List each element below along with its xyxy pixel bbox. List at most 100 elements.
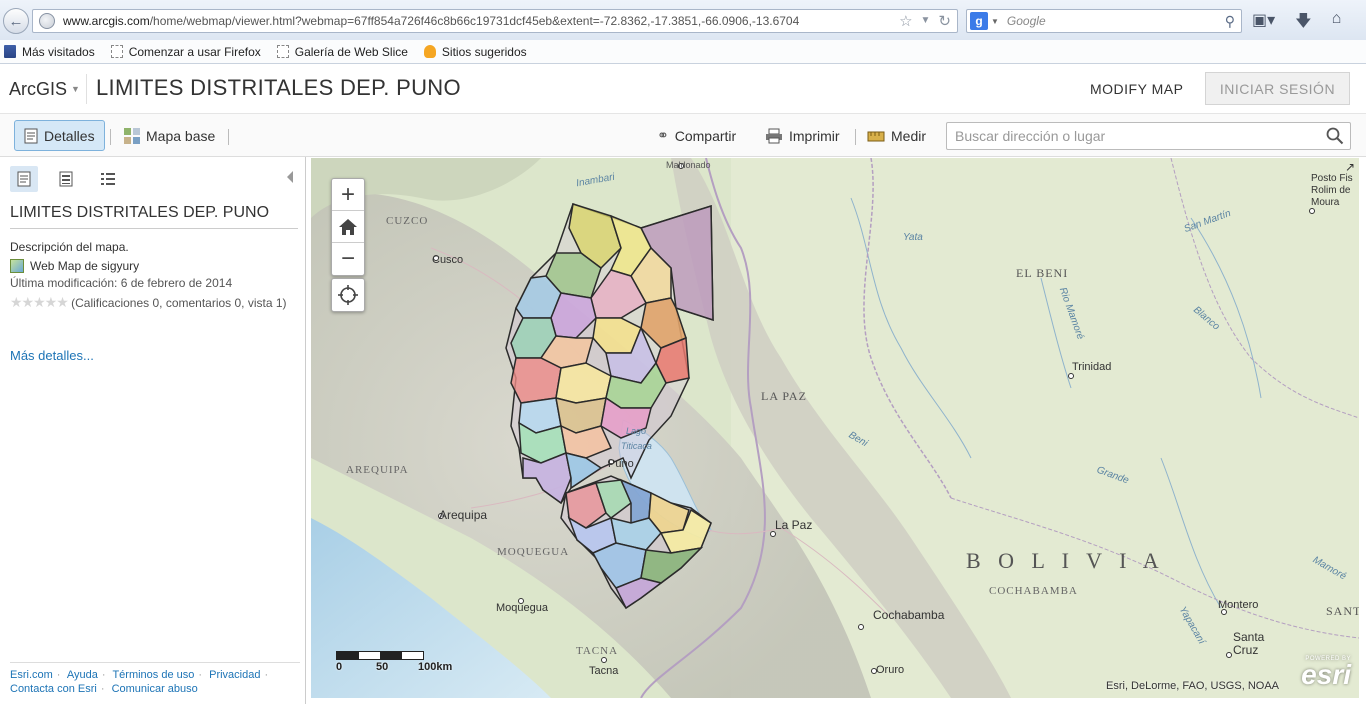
address-search-input[interactable] bbox=[955, 128, 1315, 144]
search-icon[interactable] bbox=[1326, 127, 1344, 145]
map-label-cusco: Cusco bbox=[432, 254, 464, 266]
basemap-terrain bbox=[311, 158, 1359, 698]
basemap-grid-icon bbox=[124, 127, 140, 144]
map-label-lago: Lago bbox=[626, 426, 647, 436]
browser-search-bar[interactable]: g ▼ Google ⚲ bbox=[966, 9, 1242, 33]
scale-label-50: 50 bbox=[376, 661, 389, 673]
tab-content[interactable] bbox=[52, 166, 80, 192]
sign-in-button[interactable]: INICIAR SESIÓN bbox=[1205, 72, 1350, 105]
map-label-oruro: Oruro bbox=[876, 664, 905, 676]
rating: ★★★★★ (Calificaciones 0, comentarios 0, … bbox=[10, 294, 287, 311]
map-label-arequipa: Arequipa bbox=[439, 508, 488, 522]
link-icon: ⚭ bbox=[657, 127, 669, 143]
scale-label-0: 0 bbox=[336, 661, 343, 673]
download-icon[interactable]: 🡇 bbox=[1295, 10, 1311, 37]
footer-link-contact[interactable]: Contacta con Esri bbox=[10, 683, 97, 695]
reload-icon[interactable]: ↻ bbox=[938, 12, 951, 30]
map-owner: Web Map de sigyury bbox=[10, 259, 139, 273]
bookmarks-bar: Más visitados Comenzar a usar Firefox Ga… bbox=[0, 40, 1366, 64]
locate-button[interactable] bbox=[331, 278, 365, 312]
zoom-in-button[interactable]: + bbox=[332, 179, 364, 211]
address-search bbox=[946, 122, 1351, 150]
zoom-out-button[interactable]: − bbox=[332, 243, 364, 275]
expand-icon[interactable]: ↗ bbox=[1345, 160, 1355, 174]
map-label-trinidad: Trinidad bbox=[1072, 361, 1112, 373]
bookmark-most-visited[interactable]: Más visitados bbox=[4, 45, 95, 59]
map-label-santa-cruz-region: SANT bbox=[1326, 604, 1359, 618]
map-label-moquegua: Moquegua bbox=[496, 602, 548, 614]
content-icon bbox=[59, 171, 73, 187]
bookmark-icon bbox=[4, 45, 16, 58]
globe-icon bbox=[39, 13, 55, 29]
esri-logo[interactable]: POWERED BY esri bbox=[1301, 656, 1351, 689]
footer-link-privacy[interactable]: Privacidad bbox=[209, 669, 260, 681]
map-label-titicaca: Titicaca bbox=[621, 441, 652, 451]
last-modified: Última modificación: 6 de febrero de 201… bbox=[10, 276, 233, 290]
map-attribution: Esri, DeLorme, FAO, USGS, NOAA bbox=[1106, 680, 1279, 692]
url-text[interactable]: www.arcgis.com/home/webmap/viewer.html?w… bbox=[63, 14, 913, 28]
map-label-arequipa-region: AREQUIPA bbox=[346, 464, 409, 476]
collapse-panel-icon[interactable] bbox=[287, 171, 293, 183]
webmap-icon bbox=[10, 259, 24, 273]
map-label-santa-cruz: Santa Cruz bbox=[1233, 630, 1265, 657]
map-label-la-paz-region: LA PAZ bbox=[761, 389, 807, 403]
toolbar-divider bbox=[855, 129, 856, 145]
bookmark-web-slice[interactable]: Galería de Web Slice bbox=[276, 45, 408, 59]
footer-link-esri[interactable]: Esri.com bbox=[10, 669, 53, 681]
toolbar-divider bbox=[110, 129, 111, 145]
star-icon[interactable]: ☆ bbox=[899, 12, 912, 30]
home-icon bbox=[339, 218, 357, 235]
legend-icon bbox=[101, 173, 115, 185]
scale-label-100: 100km bbox=[418, 661, 453, 673]
map-description: Descripción del mapa. bbox=[10, 240, 129, 254]
home-icon[interactable]: ⌂ bbox=[1332, 10, 1342, 37]
home-extent-button[interactable] bbox=[332, 211, 364, 243]
rating-stars[interactable]: ★★★★★ bbox=[10, 294, 69, 310]
map-label-montero: Montero bbox=[1218, 599, 1259, 611]
chevron-down-icon: ▼ bbox=[71, 84, 80, 94]
map-label-el-beni: EL BENI bbox=[1016, 266, 1069, 280]
app-header: ArcGIS ▼ LIMITES DISTRITALES DEP. PUNO MO… bbox=[0, 65, 1366, 113]
back-arrow-icon[interactable]: ← bbox=[3, 8, 29, 34]
footer-link-help[interactable]: Ayuda bbox=[67, 669, 98, 681]
map-view[interactable]: CUZCO Cusco AREQUIPA Arequipa MOQUEGUA M… bbox=[311, 158, 1359, 698]
details-button[interactable]: Detalles bbox=[14, 120, 105, 151]
bookmarks-menu-icon[interactable]: ▣▾ bbox=[1252, 10, 1275, 37]
lightbulb-icon bbox=[423, 45, 436, 58]
owner-link[interactable]: sigyury bbox=[101, 259, 139, 273]
details-panel: LIMITES DISTRITALES DEP. PUNO Descripció… bbox=[0, 157, 306, 704]
tab-legend[interactable] bbox=[94, 166, 122, 192]
about-icon bbox=[17, 171, 31, 187]
map-label-bolivia: B O L I V I A bbox=[966, 548, 1165, 573]
footer-link-report-abuse[interactable]: Comunicar abuso bbox=[112, 683, 198, 695]
dropdown-icon[interactable]: ▼ bbox=[921, 15, 931, 30]
more-details-link[interactable]: Más detalles... bbox=[10, 348, 94, 363]
measure-button[interactable]: Medir bbox=[867, 120, 926, 151]
map-label-posto: Posto Fis bbox=[1311, 173, 1353, 184]
footer-link-terms[interactable]: Términos de uso bbox=[112, 669, 194, 681]
printer-icon bbox=[766, 128, 782, 143]
map-label-moura: Moura bbox=[1311, 197, 1340, 208]
panel-title: LIMITES DISTRITALES DEP. PUNO bbox=[10, 204, 298, 229]
scale-bar: 0 50 100km bbox=[336, 651, 452, 674]
map-label-cochabamba-region: COCHABAMBA bbox=[989, 585, 1078, 597]
page-title: LIMITES DISTRITALES DEP. PUNO bbox=[96, 75, 461, 100]
search-icon[interactable]: ⚲ bbox=[1225, 13, 1235, 30]
tab-about[interactable] bbox=[10, 166, 38, 192]
map-label-cuzco-region: CUZCO bbox=[386, 215, 429, 227]
share-button[interactable]: ⚭ Compartir bbox=[657, 120, 736, 151]
basemap-button[interactable]: Mapa base bbox=[124, 120, 215, 151]
print-button[interactable]: Imprimir bbox=[765, 120, 840, 151]
map-label-tacna: Tacna bbox=[589, 665, 619, 677]
modify-map-link[interactable]: MODIFY MAP bbox=[1090, 81, 1183, 97]
zoom-control: + − bbox=[331, 178, 365, 276]
chevron-down-icon[interactable]: ▼ bbox=[991, 17, 999, 26]
url-bar[interactable]: www.arcgis.com/home/webmap/viewer.html?w… bbox=[32, 9, 958, 33]
google-icon[interactable]: g bbox=[970, 12, 988, 30]
arcgis-menu-button[interactable]: ArcGIS ▼ bbox=[3, 74, 87, 104]
bookmark-suggested-sites[interactable]: Sitios sugeridos bbox=[423, 45, 527, 59]
details-icon bbox=[24, 128, 38, 143]
map-label-maldonado: Maldonado bbox=[666, 160, 711, 170]
bookmark-getting-started[interactable]: Comenzar a usar Firefox bbox=[110, 45, 261, 59]
browser-search-placeholder: Google bbox=[1006, 14, 1046, 28]
